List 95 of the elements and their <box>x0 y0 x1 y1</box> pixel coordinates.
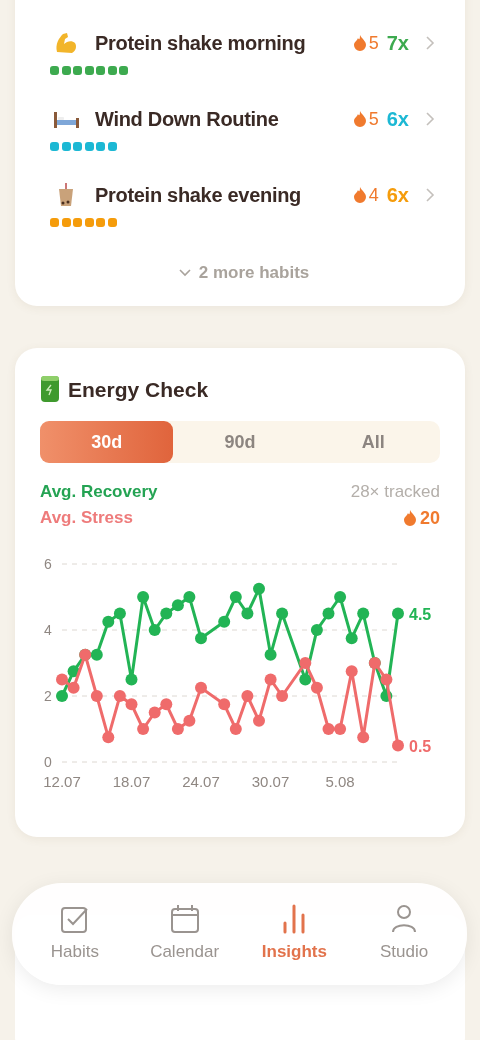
data-point <box>310 623 323 636</box>
data-point <box>137 722 150 735</box>
data-point <box>113 689 126 702</box>
data-point <box>241 689 254 702</box>
range-tab[interactable]: 30d <box>40 421 174 463</box>
x-tick-label: 30.07 <box>251 772 290 790</box>
data-point <box>264 648 277 661</box>
range-tab[interactable]: 90d <box>173 421 307 463</box>
data-point <box>148 623 161 636</box>
flame-icon <box>353 35 366 51</box>
tab-bar-item[interactable]: Insights <box>244 902 345 966</box>
data-point <box>345 664 358 677</box>
data-point <box>90 689 103 702</box>
data-point <box>113 607 126 619</box>
chevron-right-icon <box>425 187 435 203</box>
card-title: Energy Check <box>68 376 209 403</box>
data-point <box>276 689 289 702</box>
data-point <box>392 739 404 751</box>
y-tick-label: 6 <box>44 555 52 572</box>
x-tick-label: 5.08 <box>325 772 355 790</box>
data-point <box>137 590 150 603</box>
data-point <box>345 631 358 644</box>
data-point <box>171 598 184 611</box>
tab-bar-item[interactable]: Calendar <box>134 902 235 966</box>
data-point <box>90 648 103 661</box>
data-point <box>195 681 207 694</box>
data-point <box>102 615 115 628</box>
tab-bar-item[interactable]: Studio <box>354 902 455 966</box>
data-point <box>218 615 231 628</box>
data-point <box>67 664 80 677</box>
data-point <box>380 673 393 685</box>
data-point <box>299 673 312 685</box>
y-tick-label: 2 <box>44 687 52 704</box>
streak-count: 5 <box>368 107 379 131</box>
data-point <box>148 706 161 718</box>
data-point <box>56 673 68 685</box>
data-point <box>183 590 196 603</box>
stress-label: Avg. Stress <box>40 507 133 530</box>
chevron-down-icon <box>178 268 191 277</box>
data-point <box>171 722 184 735</box>
chevron-right-icon <box>425 35 435 51</box>
data-point <box>67 681 80 694</box>
chevron-right-icon <box>425 111 435 127</box>
data-point <box>229 722 242 735</box>
data-point <box>241 607 254 619</box>
x-tick-label: 24.07 <box>182 772 220 790</box>
data-point <box>102 730 115 743</box>
data-point <box>322 722 335 735</box>
range-tab[interactable]: All <box>306 421 440 463</box>
habit-name: Wind Down Routine <box>95 107 280 132</box>
streak-count: 4 <box>368 183 379 207</box>
more-habits-toggle[interactable]: 2 more habits <box>178 260 310 286</box>
habit-name: Protein shake evening <box>95 183 302 208</box>
streak-count: 20 <box>419 506 440 530</box>
data-point <box>125 697 138 710</box>
completion-count: 7x <box>386 31 409 56</box>
data-point <box>253 582 265 595</box>
habit-name: Protein shake morning <box>95 31 307 56</box>
battery-icon <box>40 375 60 404</box>
completion-count: 6x <box>386 183 409 208</box>
recovery-label: Avg. Recovery <box>40 481 158 503</box>
data-point <box>218 697 231 710</box>
data-point <box>357 730 370 743</box>
data-point <box>160 607 173 619</box>
latest-value: 0.5 <box>409 737 432 754</box>
data-point <box>334 590 347 603</box>
data-point <box>125 673 138 685</box>
data-point <box>276 607 289 619</box>
data-point <box>322 607 335 619</box>
flame-icon <box>403 510 416 526</box>
data-point <box>264 673 277 685</box>
tab-bar-item[interactable]: Habits <box>24 902 125 966</box>
calendar-icon <box>168 903 201 936</box>
data-point <box>253 714 265 727</box>
data-point <box>160 697 173 710</box>
x-tick-label: 18.07 <box>112 772 151 790</box>
tracked-count: 28× tracked <box>350 481 440 503</box>
data-point <box>195 631 207 644</box>
data-point <box>299 656 312 669</box>
data-point <box>56 689 68 702</box>
flame-icon <box>353 187 366 203</box>
data-point <box>357 607 370 619</box>
data-point <box>229 590 242 603</box>
streak-count: 5 <box>368 31 379 55</box>
x-tick-label: 12.07 <box>43 772 81 790</box>
data-point <box>380 689 393 702</box>
data-point <box>392 607 404 619</box>
completion-count: 6x <box>386 107 409 132</box>
data-point <box>183 714 196 727</box>
data-point <box>310 681 323 694</box>
y-tick-label: 0 <box>44 753 52 770</box>
data-point <box>334 722 347 735</box>
y-tick-label: 4 <box>44 621 52 638</box>
flame-icon <box>353 111 366 127</box>
latest-value: 4.5 <box>409 605 432 622</box>
